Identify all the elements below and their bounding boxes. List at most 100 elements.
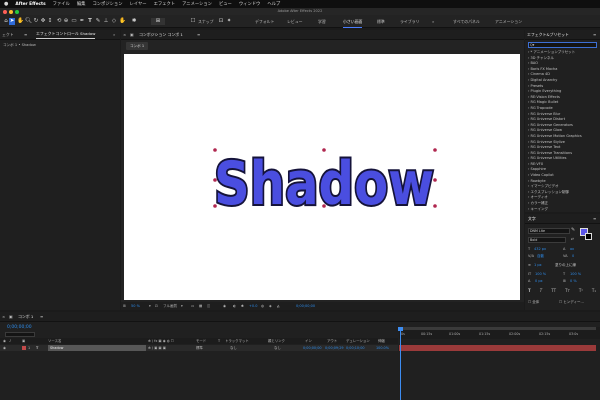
effect-controls-tab[interactable]: エフェクトコントロール Shadow — [36, 30, 96, 39]
kerning-value[interactable]: 0 — [572, 254, 574, 258]
column-duration[interactable]: デュレーション — [346, 338, 370, 344]
effects-panel-menu-icon[interactable]: ≡ — [593, 30, 596, 39]
font-style-select[interactable]: Bold — [528, 237, 566, 243]
snap-checkbox-icon[interactable]: ☐ — [190, 18, 196, 25]
workspace-default[interactable]: デフォルト — [255, 19, 274, 25]
menu-composition[interactable]: コンポジション — [92, 1, 122, 7]
layer-in-time[interactable]: 0;00;00;00 — [303, 345, 322, 351]
eraser-tool-icon[interactable]: ◇ — [111, 18, 117, 25]
snap-pin-icon[interactable]: ✦ — [226, 18, 232, 25]
menu-layer[interactable]: レイヤー — [130, 1, 147, 7]
effects-list-item[interactable]: › キーイング — [528, 207, 597, 213]
channel-icon[interactable]: ◉ — [223, 302, 226, 310]
layer-name-field[interactable]: Shadow — [48, 345, 146, 351]
layer-duration-bar[interactable] — [399, 345, 596, 351]
orbit-tool-icon[interactable]: ↻ — [33, 18, 39, 25]
color-icon[interactable]: ◭ — [277, 302, 280, 310]
column-stretch[interactable]: 伸縮 — [378, 338, 385, 344]
stroke-color-swatch[interactable] — [585, 233, 592, 240]
app-name[interactable]: After Effects — [15, 2, 45, 7]
character-panel-menu-icon[interactable]: ≡ — [593, 214, 596, 223]
horizontal-scale-value[interactable]: 100 % — [570, 272, 581, 276]
hand-tool-icon[interactable]: ✋ — [17, 18, 24, 25]
menu-view[interactable]: ビュー — [219, 1, 232, 7]
composition-canvas[interactable]: Shadow — [124, 54, 520, 300]
roto-tool-icon[interactable]: ✋ — [119, 18, 126, 25]
zoom-tool-icon[interactable]: 🔍︎ — [25, 18, 32, 25]
fit-toggle-icon[interactable]: ▾ — [149, 302, 151, 310]
column-mode[interactable]: モード — [196, 338, 206, 344]
leading-value[interactable]: ox — [570, 247, 574, 251]
transparency-grid-icon[interactable]: ▦ — [199, 302, 202, 310]
column-parent[interactable]: 親とリンク — [268, 338, 285, 344]
exposure-value[interactable]: +0.0 — [249, 302, 258, 310]
composition-tab-menu-icon[interactable]: ≡ — [197, 30, 200, 39]
workspace-learn[interactable]: 学習 — [318, 19, 326, 25]
dolly-tool-icon[interactable]: ↕ — [47, 18, 53, 25]
workspace-review[interactable]: レビュー — [287, 19, 303, 25]
workspace-more[interactable]: » — [432, 19, 434, 24]
composition-tab[interactable]: コンポジション コンポ 1 — [139, 30, 183, 39]
minimize-window-button[interactable] — [9, 10, 13, 14]
timeline-timecode[interactable]: 0;00;00;00 — [7, 325, 32, 330]
workspace-standard[interactable]: 標準 — [377, 19, 385, 25]
handle-bottom-right[interactable] — [433, 204, 437, 208]
settings-icon[interactable]: ✱ — [241, 302, 244, 310]
tracking-value[interactable]: 自動 — [537, 254, 544, 259]
more-tabs-icon[interactable]: » — [113, 30, 115, 39]
tsume-value[interactable]: 0 % — [570, 279, 577, 283]
selection-tool-icon[interactable]: ➤ — [9, 18, 15, 25]
timeline-tab-menu-icon[interactable]: ≡ — [40, 312, 43, 321]
faux-italic-button[interactable]: T — [540, 288, 542, 294]
comp-sub-tab[interactable]: コンポ 1 — [126, 42, 149, 50]
layer-out-time[interactable]: 0;00;09;29 — [325, 345, 344, 351]
handle-mid-right[interactable] — [433, 178, 437, 182]
layer-search-input[interactable] — [5, 332, 35, 337]
work-area-bar[interactable] — [399, 327, 596, 330]
rectangle-tool-icon[interactable]: ▭ — [71, 18, 77, 25]
menu-help[interactable]: ヘルプ — [267, 1, 280, 7]
stroke-mode-select[interactable]: 塗りの上に線 — [555, 263, 576, 268]
show-snapshot-icon[interactable]: ◈ — [269, 302, 272, 310]
region-icon[interactable]: ▭ — [191, 302, 194, 310]
faux-bold-button[interactable]: T — [528, 288, 531, 294]
layer-stretch[interactable]: 100.0% — [376, 345, 389, 351]
safe-area-icon[interactable]: ⊡ — [155, 302, 158, 310]
local-axis-icon[interactable]: ⊞ — [151, 18, 165, 25]
layer-track-matte-select[interactable]: なし — [230, 345, 237, 351]
ligatures-checkbox[interactable]: ☐ 全体 — [528, 300, 539, 305]
type-tool-icon[interactable]: T — [87, 18, 93, 25]
effects-search-input[interactable]: Q▾ — [528, 42, 597, 48]
font-family-select[interactable]: DNM Lite — [528, 228, 570, 234]
handle-bottom-left[interactable] — [213, 204, 217, 208]
mask-visibility-icon[interactable]: ◫ — [207, 302, 210, 310]
shadow-text-layer[interactable]: Shadow — [212, 147, 436, 221]
clone-tool-icon[interactable]: ⊥ — [103, 18, 109, 25]
resolution-chevron-icon[interactable]: ▾ — [181, 302, 183, 310]
character-title[interactable]: 文字 — [528, 214, 536, 223]
handle-mid-left[interactable] — [213, 178, 217, 182]
zoom-level[interactable]: 50 % — [131, 302, 140, 310]
small-caps-button[interactable]: Tт — [565, 288, 570, 294]
hindi-digits-checkbox[interactable]: ☐ ヒンディー... — [559, 300, 584, 305]
rotation-tool-icon[interactable]: ⟲ — [56, 18, 62, 25]
effects-presets-title[interactable]: エフェクト&プリセット — [527, 30, 569, 39]
puppet-tool-icon[interactable]: ✱ — [131, 18, 137, 25]
all-caps-button[interactable]: TT — [551, 288, 556, 294]
camera-icon[interactable]: ◐ — [233, 302, 236, 310]
column-source-name[interactable]: ソース名 — [48, 338, 61, 344]
lock-icon[interactable]: ▣ — [130, 30, 134, 39]
column-t[interactable]: T — [218, 338, 220, 344]
swap-colors-icon[interactable]: ⇄ — [571, 237, 574, 241]
menu-animation[interactable]: アニメーション — [182, 1, 212, 7]
superscript-button[interactable]: T¹ — [579, 288, 583, 294]
vertical-scale-value[interactable]: 100 % — [535, 272, 546, 276]
timeline-comp-icon[interactable]: ▣ — [9, 312, 13, 321]
handle-top-left[interactable] — [213, 148, 217, 152]
column-in[interactable]: イン — [305, 338, 312, 344]
snap-option-icon[interactable]: ⊡ — [218, 18, 224, 25]
baseline-value[interactable]: 0 px — [535, 279, 543, 283]
handle-top-right[interactable] — [433, 148, 437, 152]
tab-menu-icon[interactable]: ≡ — [24, 30, 27, 39]
brush-tool-icon[interactable]: ✎ — [95, 18, 101, 25]
